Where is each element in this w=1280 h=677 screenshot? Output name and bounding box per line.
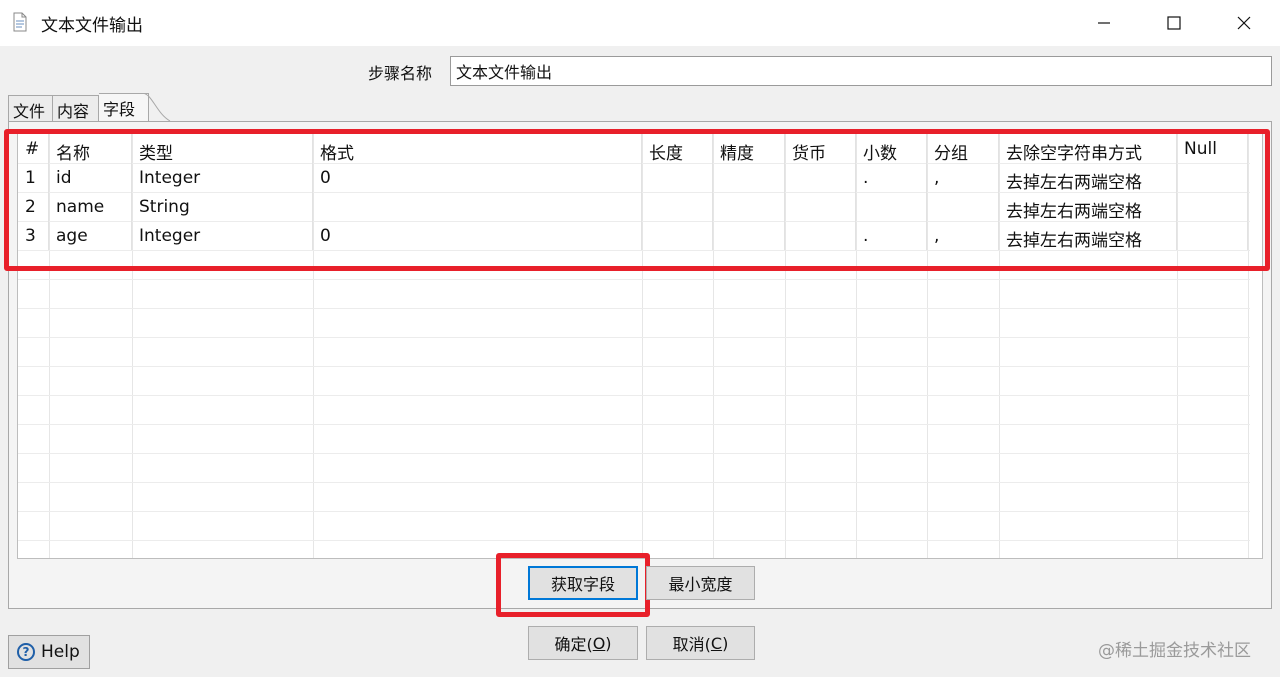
maximize-button[interactable] [1139, 0, 1209, 46]
ok-mnemonic: O [592, 633, 606, 653]
document-icon [13, 12, 27, 32]
close-icon [1237, 16, 1251, 30]
row-divider [18, 337, 1250, 338]
minimize-icon [1098, 22, 1110, 24]
highlight-frame-table [4, 129, 1270, 271]
watermark: @稀土掘金技术社区 [1098, 641, 1251, 661]
row-divider [18, 453, 1250, 454]
help-label: Help [41, 642, 80, 662]
cancel-label: 取消( [672, 635, 711, 654]
cancel-mnemonic: C [710, 633, 723, 653]
row-divider [18, 366, 1250, 367]
row-divider [18, 308, 1250, 309]
row-divider [18, 395, 1250, 396]
ok-label-end: ) [605, 633, 612, 653]
step-name-input[interactable] [450, 56, 1272, 86]
tab-edge [142, 93, 171, 122]
row-divider [18, 279, 1250, 280]
ok-button[interactable]: 确定(O) [528, 626, 638, 660]
row-divider [18, 482, 1250, 483]
row-divider [18, 540, 1250, 541]
minimize-button[interactable] [1069, 0, 1139, 46]
ok-label: 确定( [554, 635, 593, 654]
close-button[interactable] [1209, 0, 1279, 46]
title-bar: 文本文件输出 [0, 0, 1280, 46]
window-title: 文本文件输出 [41, 16, 143, 36]
help-icon: ? [17, 643, 35, 661]
tab-content[interactable]: 内容 [53, 95, 99, 121]
tab-file[interactable]: 文件 [8, 95, 53, 121]
maximize-icon [1167, 16, 1181, 30]
cancel-button[interactable]: 取消(C) [646, 626, 755, 660]
step-name-label: 步骤名称 [368, 64, 433, 83]
row-divider [18, 424, 1250, 425]
min-width-button[interactable]: 最小宽度 [646, 566, 755, 600]
row-divider [18, 511, 1250, 512]
help-button[interactable]: ? Help [8, 635, 90, 669]
get-fields-button[interactable]: 获取字段 [528, 566, 638, 600]
cancel-label-end: ) [722, 633, 729, 653]
